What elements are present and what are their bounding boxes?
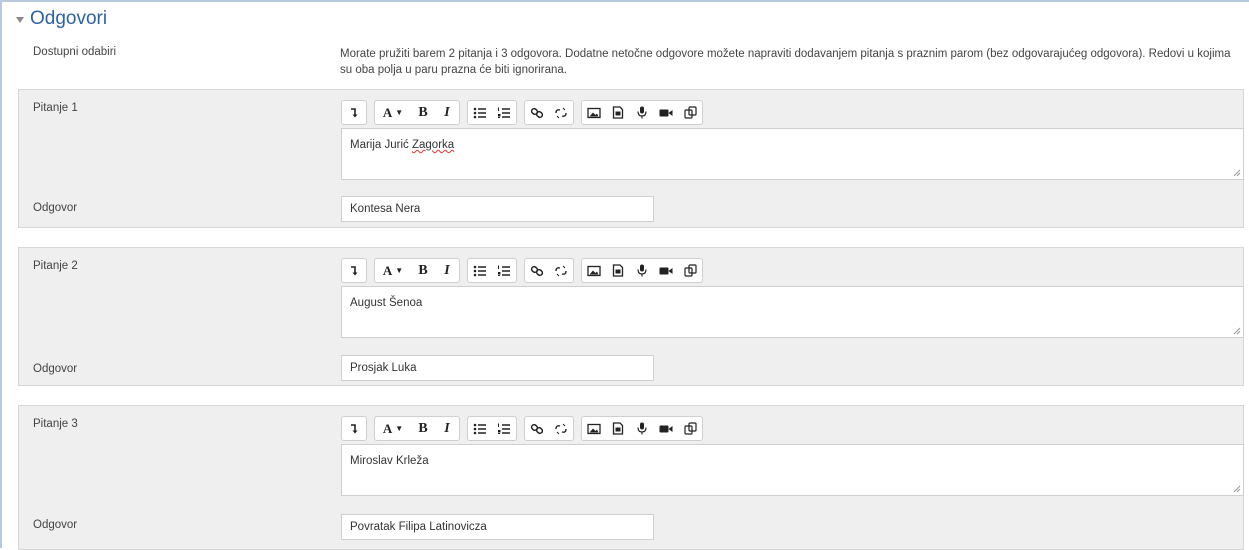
toolbar-group — [467, 258, 517, 283]
question-label: Pitanje 3 — [33, 418, 78, 430]
video-icon[interactable] — [654, 417, 678, 440]
link-icon[interactable] — [525, 417, 549, 440]
link-icon[interactable] — [525, 101, 549, 124]
bold-icon[interactable]: B — [411, 259, 435, 282]
bullet-list-icon[interactable] — [468, 101, 492, 124]
question-block-3: Pitanje 3 A ▼ B I Miroslav Krleža Odgovor P… — [18, 405, 1244, 550]
expand-toolbar-icon[interactable] — [342, 101, 366, 124]
font-color-icon[interactable]: A ▼ — [375, 101, 411, 124]
resize-grip-icon[interactable] — [1233, 327, 1241, 335]
numbered-list-icon[interactable] — [492, 101, 516, 124]
microphone-icon[interactable] — [630, 101, 654, 124]
editor-toolbar: A ▼ B I — [341, 416, 710, 441]
question-label: Pitanje 2 — [33, 260, 78, 272]
copy-icon[interactable] — [678, 259, 702, 282]
media-icon[interactable] — [606, 101, 630, 124]
copy-icon[interactable] — [678, 101, 702, 124]
video-icon[interactable] — [654, 259, 678, 282]
panel-left-border — [0, 0, 2, 548]
italic-icon[interactable]: I — [435, 259, 459, 282]
copy-icon[interactable] — [678, 417, 702, 440]
collapse-caret-icon[interactable] — [16, 17, 24, 23]
toolbar-group — [524, 258, 574, 283]
image-icon[interactable] — [582, 417, 606, 440]
misspelled-word: Zagorka — [411, 139, 455, 151]
question-label: Pitanje 1 — [33, 102, 78, 114]
toolbar-group — [341, 100, 367, 125]
link-icon[interactable] — [525, 259, 549, 282]
font-color-icon[interactable]: A ▼ — [375, 417, 411, 440]
resize-grip-icon[interactable] — [1233, 485, 1241, 493]
answer-input[interactable]: Prosjak Luka — [341, 355, 654, 381]
question-editor[interactable]: August Šenoa — [341, 286, 1244, 338]
numbered-list-icon[interactable] — [492, 259, 516, 282]
toolbar-group — [467, 416, 517, 441]
answer-label: Odgovor — [33, 363, 78, 375]
toolbar-group — [524, 100, 574, 125]
toolbar-group — [581, 100, 703, 125]
instructions-text: Morate pružiti barem 2 pitanja i 3 odgov… — [340, 48, 1231, 76]
question-block-2: Pitanje 2 A ▼ B I August Šenoa Odgovor Pros… — [18, 247, 1244, 386]
unlink-icon[interactable] — [549, 101, 573, 124]
toolbar-group — [581, 416, 703, 441]
available-choices-label: Dostupni odabiri — [33, 46, 117, 58]
expand-toolbar-icon[interactable] — [342, 417, 366, 440]
bold-icon[interactable]: B — [411, 417, 435, 440]
panel-top-border — [0, 0, 1249, 2]
question-editor[interactable]: Miroslav Krleža — [341, 444, 1244, 496]
numbered-list-icon[interactable] — [492, 417, 516, 440]
toolbar-group — [524, 416, 574, 441]
answer-input[interactable]: Kontesa Nera — [341, 196, 654, 222]
unlink-icon[interactable] — [549, 259, 573, 282]
video-icon[interactable] — [654, 101, 678, 124]
toolbar-group — [341, 416, 367, 441]
toolbar-group — [341, 258, 367, 283]
toolbar-group: A ▼ B I — [374, 416, 460, 441]
media-icon[interactable] — [606, 259, 630, 282]
editor-toolbar: A ▼ B I — [341, 100, 710, 125]
question-text[interactable]: Miroslav Krleža — [350, 455, 429, 467]
expand-toolbar-icon[interactable] — [342, 259, 366, 282]
italic-icon[interactable]: I — [435, 417, 459, 440]
question-block-1: Pitanje 1 A ▼ B I Marija Jurić Zagorka Odgo… — [18, 89, 1244, 228]
toolbar-group — [581, 258, 703, 283]
answer-label: Odgovor — [33, 519, 78, 531]
section-header-odgovori[interactable]: Odgovori — [16, 6, 107, 32]
answer-label: Odgovor — [33, 202, 78, 214]
unlink-icon[interactable] — [549, 417, 573, 440]
toolbar-group: A ▼ B I — [374, 100, 460, 125]
microphone-icon[interactable] — [630, 417, 654, 440]
italic-icon[interactable]: I — [435, 101, 459, 124]
bold-icon[interactable]: B — [411, 101, 435, 124]
media-icon[interactable] — [606, 417, 630, 440]
question-text[interactable]: Marija Jurić Zagorka — [350, 139, 454, 151]
question-text[interactable]: August Šenoa — [350, 297, 422, 309]
bullet-list-icon[interactable] — [468, 259, 492, 282]
image-icon[interactable] — [582, 101, 606, 124]
answer-input[interactable]: Povratak Filipa Latinovicza — [341, 514, 654, 540]
question-editor[interactable]: Marija Jurić Zagorka — [341, 128, 1244, 180]
section-title[interactable]: Odgovori — [30, 8, 107, 30]
font-color-icon[interactable]: A ▼ — [375, 259, 411, 282]
image-icon[interactable] — [582, 259, 606, 282]
editor-toolbar: A ▼ B I — [341, 258, 710, 283]
microphone-icon[interactable] — [630, 259, 654, 282]
bullet-list-icon[interactable] — [468, 417, 492, 440]
toolbar-group — [467, 100, 517, 125]
resize-grip-icon[interactable] — [1233, 169, 1241, 177]
toolbar-group: A ▼ B I — [374, 258, 460, 283]
